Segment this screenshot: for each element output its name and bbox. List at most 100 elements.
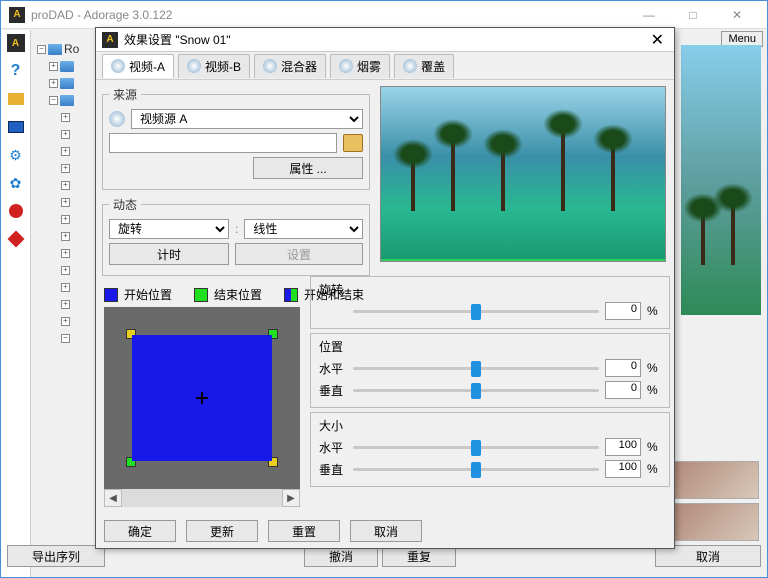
position-h-slider[interactable] (353, 359, 599, 377)
tree-item[interactable]: + (37, 126, 97, 142)
position-v-value[interactable]: 0 (605, 381, 641, 399)
left-toolbar: A ? ⚙ ✿ (1, 30, 31, 577)
pct-label: % (647, 304, 661, 318)
maximize-button[interactable]: □ (671, 1, 715, 29)
pct-label: % (647, 440, 661, 454)
stop-icon[interactable] (7, 230, 25, 248)
tree-item[interactable]: + (37, 177, 97, 193)
tree-item[interactable]: + (37, 160, 97, 176)
update-button[interactable]: 更新 (186, 520, 258, 542)
motion-group: 动态 旋转 : 线性 计时 设置 (102, 196, 370, 276)
close-button[interactable]: ✕ (715, 1, 759, 29)
center-cross-icon (196, 392, 208, 404)
tree-item[interactable]: − (37, 330, 97, 346)
size-h-value[interactable]: 100 (605, 438, 641, 456)
swatch-end (194, 288, 208, 302)
tree-item[interactable]: + (37, 58, 97, 74)
tab-label: 视频-B (205, 58, 241, 75)
sliders-icon[interactable]: ⚙ (7, 146, 25, 164)
browse-icon[interactable] (343, 134, 363, 152)
dialog-tabs: 视频-A 视频-B 混合器 烟雾 覆盖 (96, 52, 674, 80)
gear-icon[interactable]: ✿ (7, 174, 25, 192)
group-title: 旋转 (319, 281, 661, 298)
person-icon (111, 59, 125, 73)
source-select[interactable]: 视频源 A (131, 109, 363, 129)
tree-item[interactable]: − (37, 92, 97, 108)
person-icon (187, 59, 201, 73)
tree-item[interactable]: + (37, 75, 97, 91)
rotation-value[interactable]: 0 (605, 302, 641, 320)
tree-item[interactable]: + (37, 296, 97, 312)
thumbnail-strip (669, 461, 759, 541)
position-v-slider[interactable] (353, 381, 599, 399)
background-preview (681, 45, 761, 315)
motion-curve-select[interactable]: 线性 (244, 219, 363, 239)
folder-open-icon[interactable] (7, 90, 25, 108)
tab-smoke[interactable]: 烟雾 (330, 54, 390, 78)
size-v-value[interactable]: 100 (605, 460, 641, 478)
tree-item[interactable]: + (37, 211, 97, 227)
app-icon[interactable]: A (7, 34, 25, 52)
export-button[interactable]: 导出序列 (7, 545, 105, 567)
ok-button[interactable]: 确定 (104, 520, 176, 542)
size-v-slider[interactable] (353, 460, 599, 478)
tree-item[interactable]: + (37, 245, 97, 261)
monitor-icon[interactable] (7, 118, 25, 136)
group-title: 位置 (319, 338, 661, 355)
motion-settings-button: 设置 (235, 243, 363, 265)
effects-tree[interactable]: −Ro + + − + + + + + + + + + + + + + − (37, 41, 97, 461)
tree-item[interactable]: + (37, 109, 97, 125)
scroll-right-icon[interactable]: ▶ (282, 489, 300, 507)
position-editor[interactable]: ◀ ▶ (104, 307, 300, 507)
tree-item[interactable]: + (37, 313, 97, 329)
position-h-value[interactable]: 0 (605, 359, 641, 377)
thumbnail[interactable] (669, 461, 759, 499)
main-title-text: proDAD - Adorage 3.0.122 (31, 8, 172, 22)
reset-button[interactable]: 重置 (268, 520, 340, 542)
tree-item[interactable]: + (37, 228, 97, 244)
size-h-slider[interactable] (353, 438, 599, 456)
tree-item[interactable]: + (37, 194, 97, 210)
pct-label: % (647, 462, 661, 476)
rotation-slider[interactable] (353, 302, 599, 320)
position-scrollbar[interactable]: ◀ ▶ (104, 489, 300, 507)
position-rect[interactable] (132, 335, 272, 461)
dialog-titlebar[interactable]: A 效果设置 "Snow 01" ✕ (96, 28, 674, 52)
minimize-button[interactable]: — (627, 1, 671, 29)
scroll-left-icon[interactable]: ◀ (104, 489, 122, 507)
effect-preview (380, 86, 666, 262)
effect-settings-dialog: A 效果设置 "Snow 01" ✕ 视频-A 视频-B 混合器 烟雾 覆盖 来… (95, 27, 675, 549)
tab-video-a[interactable]: 视频-A (102, 54, 174, 78)
dialog-close-button[interactable]: ✕ (647, 30, 668, 50)
tree-item[interactable]: + (37, 262, 97, 278)
tree-item[interactable]: + (37, 143, 97, 159)
group-title: 大小 (319, 417, 661, 434)
thumbnail[interactable] (669, 503, 759, 541)
app-icon: A (102, 32, 118, 48)
rotation-group: 旋转 0 % (310, 276, 670, 329)
tab-video-b[interactable]: 视频-B (178, 54, 250, 78)
source-icon (109, 111, 125, 127)
swatch-start (104, 288, 118, 302)
swatch-both (284, 288, 298, 302)
timing-button[interactable]: 计时 (109, 243, 229, 265)
properties-button[interactable]: 属性 ... (253, 157, 363, 179)
motion-type-select[interactable]: 旋转 (109, 219, 229, 239)
h-label: 水平 (319, 360, 347, 377)
pct-label: % (647, 361, 661, 375)
source-legend: 来源 (109, 86, 141, 103)
dialog-cancel-button[interactable]: 取消 (350, 520, 422, 542)
main-titlebar: A proDAD - Adorage 3.0.122 — □ ✕ (1, 1, 767, 29)
record-icon[interactable] (7, 202, 25, 220)
tab-overlay[interactable]: 覆盖 (394, 54, 454, 78)
tree-item[interactable]: + (37, 279, 97, 295)
tab-mixer[interactable]: 混合器 (254, 54, 326, 78)
tab-label: 混合器 (281, 58, 317, 75)
h-label: 水平 (319, 439, 347, 456)
tree-root[interactable]: −Ro (37, 41, 97, 57)
source-path-input[interactable] (109, 133, 337, 153)
smoke-icon (339, 59, 353, 73)
position-group: 位置 水平 0 % 垂直 0 % (310, 333, 670, 408)
motion-legend: 动态 (109, 196, 141, 213)
help-icon[interactable]: ? (7, 62, 25, 80)
